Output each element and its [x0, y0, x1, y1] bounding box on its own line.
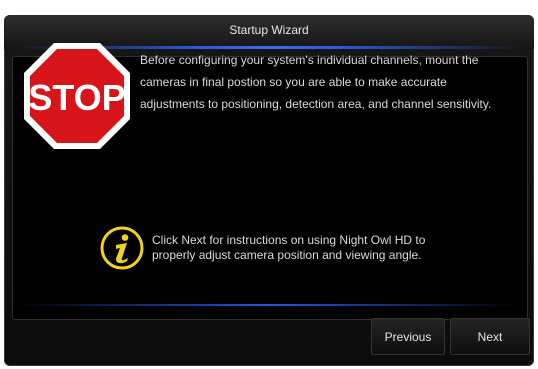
- window-title: Startup Wizard: [229, 23, 309, 37]
- bottom-divider: [18, 304, 520, 306]
- instruction-message: Before configuring your system's individ…: [140, 53, 492, 111]
- info-icon: [100, 226, 144, 270]
- content-panel: STOP Before configuring your system's in…: [12, 43, 528, 320]
- stop-sign-label: STOP: [28, 77, 125, 118]
- previous-button[interactable]: Previous: [371, 318, 445, 355]
- info-note: Click Next for instructions on using Nig…: [152, 233, 426, 262]
- stop-sign-icon: STOP: [24, 43, 130, 149]
- next-button[interactable]: Next: [450, 318, 530, 355]
